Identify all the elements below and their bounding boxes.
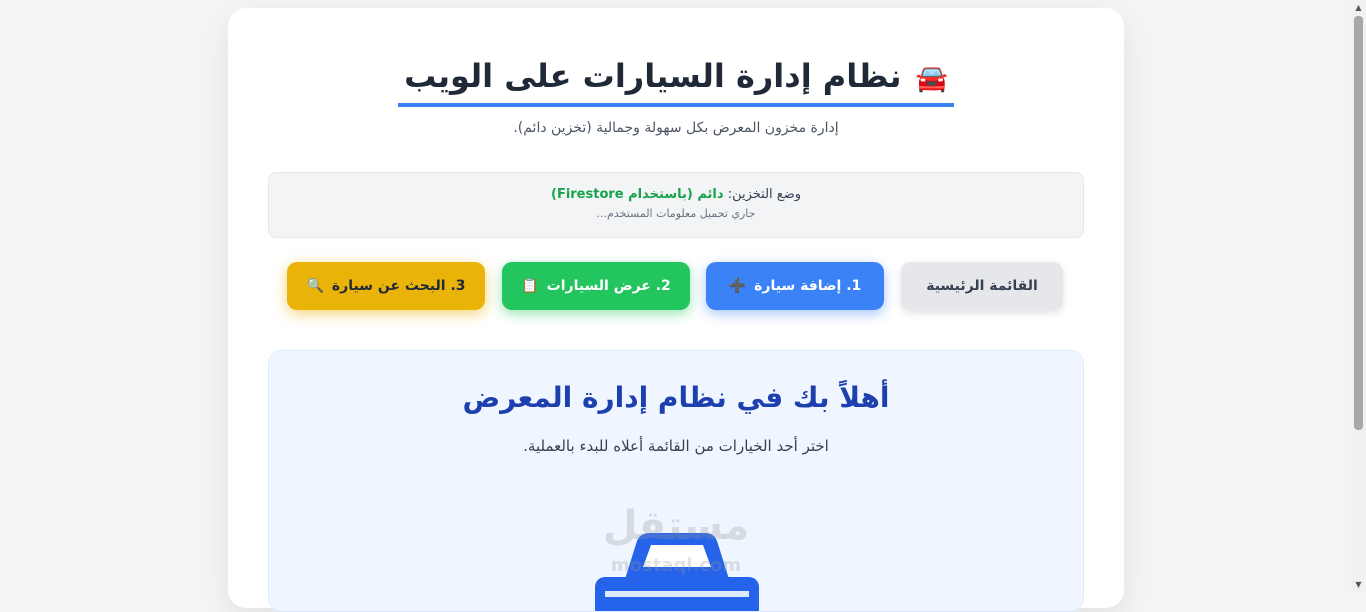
storage-mode-label: وضع التخزين: [727,187,802,202]
header: 🚘 نظام إدارة السيارات على الويب [228,56,1124,107]
page-title: 🚘 نظام إدارة السيارات على الويب [398,56,954,107]
main-card: 🚘 نظام إدارة السيارات على الويب إدارة مخز… [228,8,1124,612]
page-subtitle: إدارة مخزون المعرض بكل سهولة وجمالية (تخ… [513,120,839,136]
search-car-button[interactable]: 3. البحث عن سيارة 🔍 [287,262,485,310]
clipboard-icon: 📋 [521,278,539,294]
plus-icon: ➕ [728,278,747,294]
car-icon: 🚘 [915,64,948,94]
storage-mode-value: دائم (باستخدام Firestore) [550,187,724,202]
user-info-status: جاري تحميل معلومات المستخدم... [596,207,756,220]
welcome-heading: أهلاً بك في نظام إدارة المعرض [462,381,890,414]
add-car-label: 1. إضافة سيارة [754,278,862,294]
storage-mode-line: وضع التخزين: دائم (باستخدام Firestore) [269,187,1083,202]
view-cars-label: 2. عرض السيارات [546,278,671,294]
welcome-panel: أهلاً بك في نظام إدارة المعرض اختر أحد ا… [268,350,1084,612]
welcome-text: اختر أحد الخيارات من القائمة أعلاه للبدء… [523,437,829,455]
scroll-up-icon[interactable]: ▲ [1351,0,1366,15]
vertical-scrollbar[interactable]: ▲ ▼ [1351,0,1366,592]
storage-status-panel: وضع التخزين: دائم (باستخدام Firestore) ج… [268,172,1084,238]
scrollbar-thumb[interactable] [1354,16,1363,430]
magnifier-icon: 🔍 [306,278,324,294]
page-title-text: نظام إدارة السيارات على الويب [404,57,902,95]
search-car-label: 3. البحث عن سيارة [331,278,466,294]
view-cars-button[interactable]: 2. عرض السيارات 📋 [502,262,690,310]
add-car-button[interactable]: 1. إضافة سيارة ➕ [706,262,884,310]
scroll-down-icon[interactable]: ▼ [1351,577,1366,592]
main-menu-button[interactable]: القائمة الرئيسية [901,262,1063,310]
car-illustration-icon [595,533,759,611]
main-menu-label: القائمة الرئيسية [926,278,1038,294]
